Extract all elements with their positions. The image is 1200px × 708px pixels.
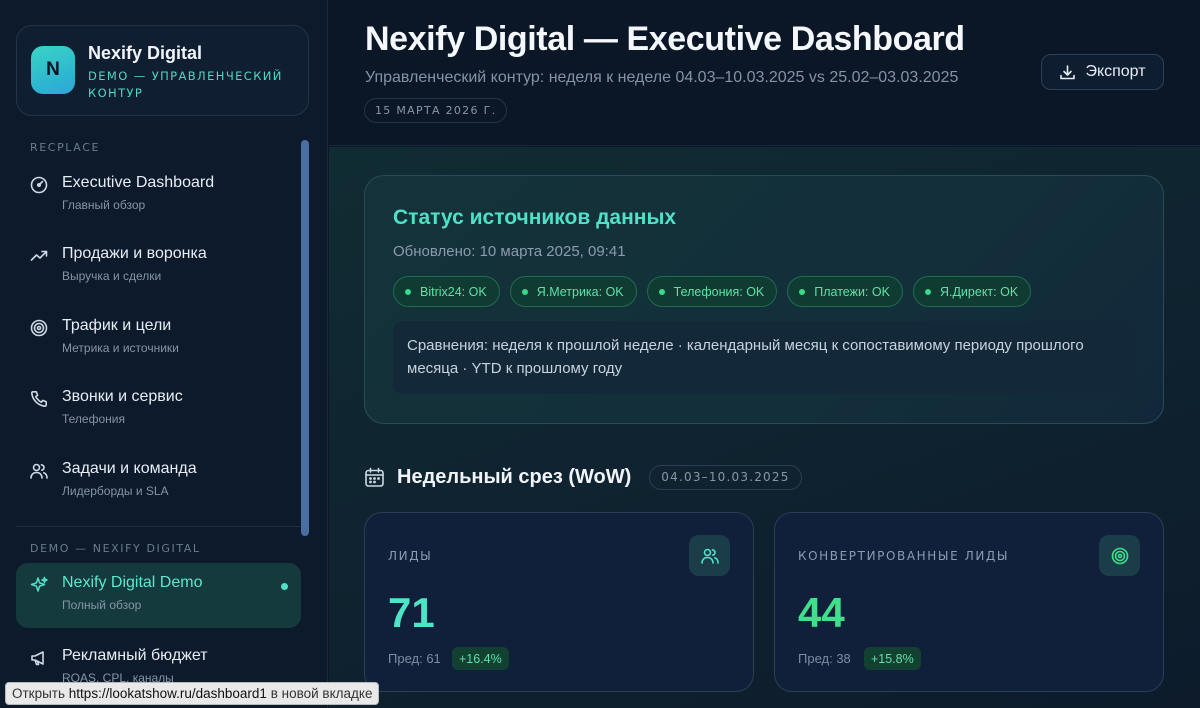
target-icon (30, 319, 48, 337)
link-status-url: https://lookatshow.ru/dashboard1 (68, 686, 267, 701)
sidebar-section-label: RECPLACE (30, 141, 101, 154)
brand-card[interactable]: N Nexify Digital DEMO — УПРАВЛЕНЧЕСКИЙ К… (16, 25, 309, 116)
status-dot-icon (658, 288, 665, 295)
weekly-section-title: Недельный срез (WoW) (397, 465, 632, 488)
sidebar: N Nexify Digital DEMO — УПРАВЛЕНЧЕСКИЙ К… (0, 0, 328, 708)
download-icon (1059, 64, 1076, 81)
weekly-range-badge: 04.03–10.03.2025 (649, 464, 802, 490)
kpi-card-converted-leads: КОНВЕРТИРОВАННЫЕ ЛИДЫ 44 Пред: 38 +15.8% (774, 512, 1164, 692)
source-badge-direct: Я.Директ: OK (912, 276, 1032, 307)
link-status-suffix: в новой вкладке (270, 686, 373, 701)
kpi-delta-badge: +15.8% (864, 647, 921, 670)
sidebar-item-traffic[interactable]: Трафик и цели Метрика и источники (16, 306, 301, 366)
source-badge-label: Bitrix24: OK (420, 284, 487, 299)
status-card-title: Статус источников данных (393, 206, 677, 229)
status-updated-timestamp: Обновлено: 10 марта 2025, 09:41 (393, 243, 626, 260)
sidebar-item-subtitle: Выручка и сделки (62, 269, 162, 283)
source-badge-label: Я.Директ: OK (939, 284, 1019, 299)
trend-up-icon (30, 247, 48, 265)
source-badge-label: Платежи: OK (814, 284, 890, 299)
sidebar-item-title: Звонки и сервис (62, 388, 183, 405)
kpi-delta-badge: +16.4% (452, 647, 509, 670)
brand-subtitle: DEMO — УПРАВЛЕНЧЕСКИЙ КОНТУР (88, 69, 283, 100)
source-badge-label: Я.Метрика: OK (536, 284, 624, 299)
page-title: Nexify Digital — Executive Dashboard (365, 20, 965, 58)
sidebar-item-subtitle: Лидерборды и SLA (62, 484, 169, 498)
link-status-tooltip: Открыть https://lookatshow.ru/dashboard1… (5, 682, 380, 705)
sidebar-item-calls[interactable]: Звонки и сервис Телефония (16, 377, 301, 437)
megaphone-icon (30, 649, 48, 667)
sparkles-icon (30, 576, 48, 594)
sidebar-item-title: Трафик и цели (62, 317, 172, 334)
status-dot-icon (405, 288, 411, 295)
data-sources-status-card: Статус источников данных Обновлено: 10 м… (364, 175, 1164, 424)
users-icon (30, 462, 48, 480)
sidebar-item-title: Nexify Digital Demo (62, 574, 203, 591)
date-badge: 15 МАРТА 2026 Г. (364, 98, 508, 123)
source-badge-label: Телефония: OK (673, 284, 765, 299)
target-icon (1099, 535, 1140, 576)
sidebar-item-subtitle: Метрика и источники (62, 341, 179, 355)
kpi-card-leads: ЛИДЫ 71 Пред: 61 +16.4% (364, 512, 754, 692)
sidebar-item-executive-dashboard[interactable]: Executive Dashboard Главный обзор (16, 163, 301, 223)
sidebar-divider (16, 526, 301, 527)
kpi-previous-value: Пред: 61 (388, 651, 441, 666)
sidebar-scrollbar[interactable] (301, 140, 309, 536)
sidebar-item-title: Рекламный бюджет (62, 647, 208, 664)
kpi-label: ЛИДЫ (388, 549, 433, 563)
status-dot-icon (924, 288, 931, 295)
sidebar-item-subtitle: Полный обзор (62, 598, 142, 612)
phone-icon (30, 390, 48, 408)
source-badge-telephony: Телефония: OK (646, 276, 778, 307)
kpi-previous-value: Пред: 38 (798, 651, 851, 666)
brand-name: Nexify Digital (88, 43, 203, 63)
status-dot-icon (521, 288, 528, 295)
export-button-label: Экспорт (1085, 63, 1146, 80)
source-badge-bitrix24: Bitrix24: OK (393, 276, 500, 307)
sidebar-section-label: DEMO — NEXIFY DIGITAL (30, 542, 201, 555)
sidebar-item-subtitle: Телефония (62, 412, 125, 426)
sidebar-item-title: Задачи и команда (62, 460, 197, 477)
link-status-prefix: Открыть (12, 686, 66, 701)
sidebar-item-sales[interactable]: Продажи и воронка Выручка и сделки (16, 234, 301, 294)
export-button[interactable]: Экспорт (1041, 54, 1164, 90)
page-subtitle: Управленческий контур: неделя к неделе 0… (365, 69, 959, 86)
status-dot-icon (799, 288, 806, 295)
gauge-icon (30, 176, 48, 194)
active-indicator-dot (281, 583, 288, 590)
page-header: Nexify Digital — Executive Dashboard Упр… (329, 0, 1200, 146)
kpi-value: 44 (798, 589, 845, 636)
calendar-icon (364, 467, 385, 488)
kpi-label: КОНВЕРТИРОВАННЫЕ ЛИДЫ (798, 549, 1010, 563)
source-badge-metrika: Я.Метрика: OK (509, 276, 637, 307)
kpi-value: 71 (388, 589, 435, 636)
brand-logo: N (31, 46, 75, 94)
comparison-note: Сравнения: неделя к прошлой неделе · кал… (393, 321, 1136, 394)
users-icon (689, 535, 730, 576)
weekly-section-header: Недельный срез (WoW) 04.03–10.03.2025 (364, 461, 802, 493)
main-content: Статус источников данных Обновлено: 10 м… (329, 147, 1200, 708)
source-badge-payments: Платежи: OK (787, 276, 903, 307)
sidebar-item-tasks[interactable]: Задачи и команда Лидерборды и SLA (16, 449, 301, 509)
sidebar-item-title: Продажи и воронка (62, 245, 207, 262)
sidebar-item-subtitle: Главный обзор (62, 198, 146, 212)
source-badges: Bitrix24: OK Я.Метрика: OK Телефония: OK… (393, 276, 1032, 307)
sidebar-item-nexify-demo[interactable]: Nexify Digital Demo Полный обзор (16, 563, 301, 628)
sidebar-item-title: Executive Dashboard (62, 174, 215, 191)
